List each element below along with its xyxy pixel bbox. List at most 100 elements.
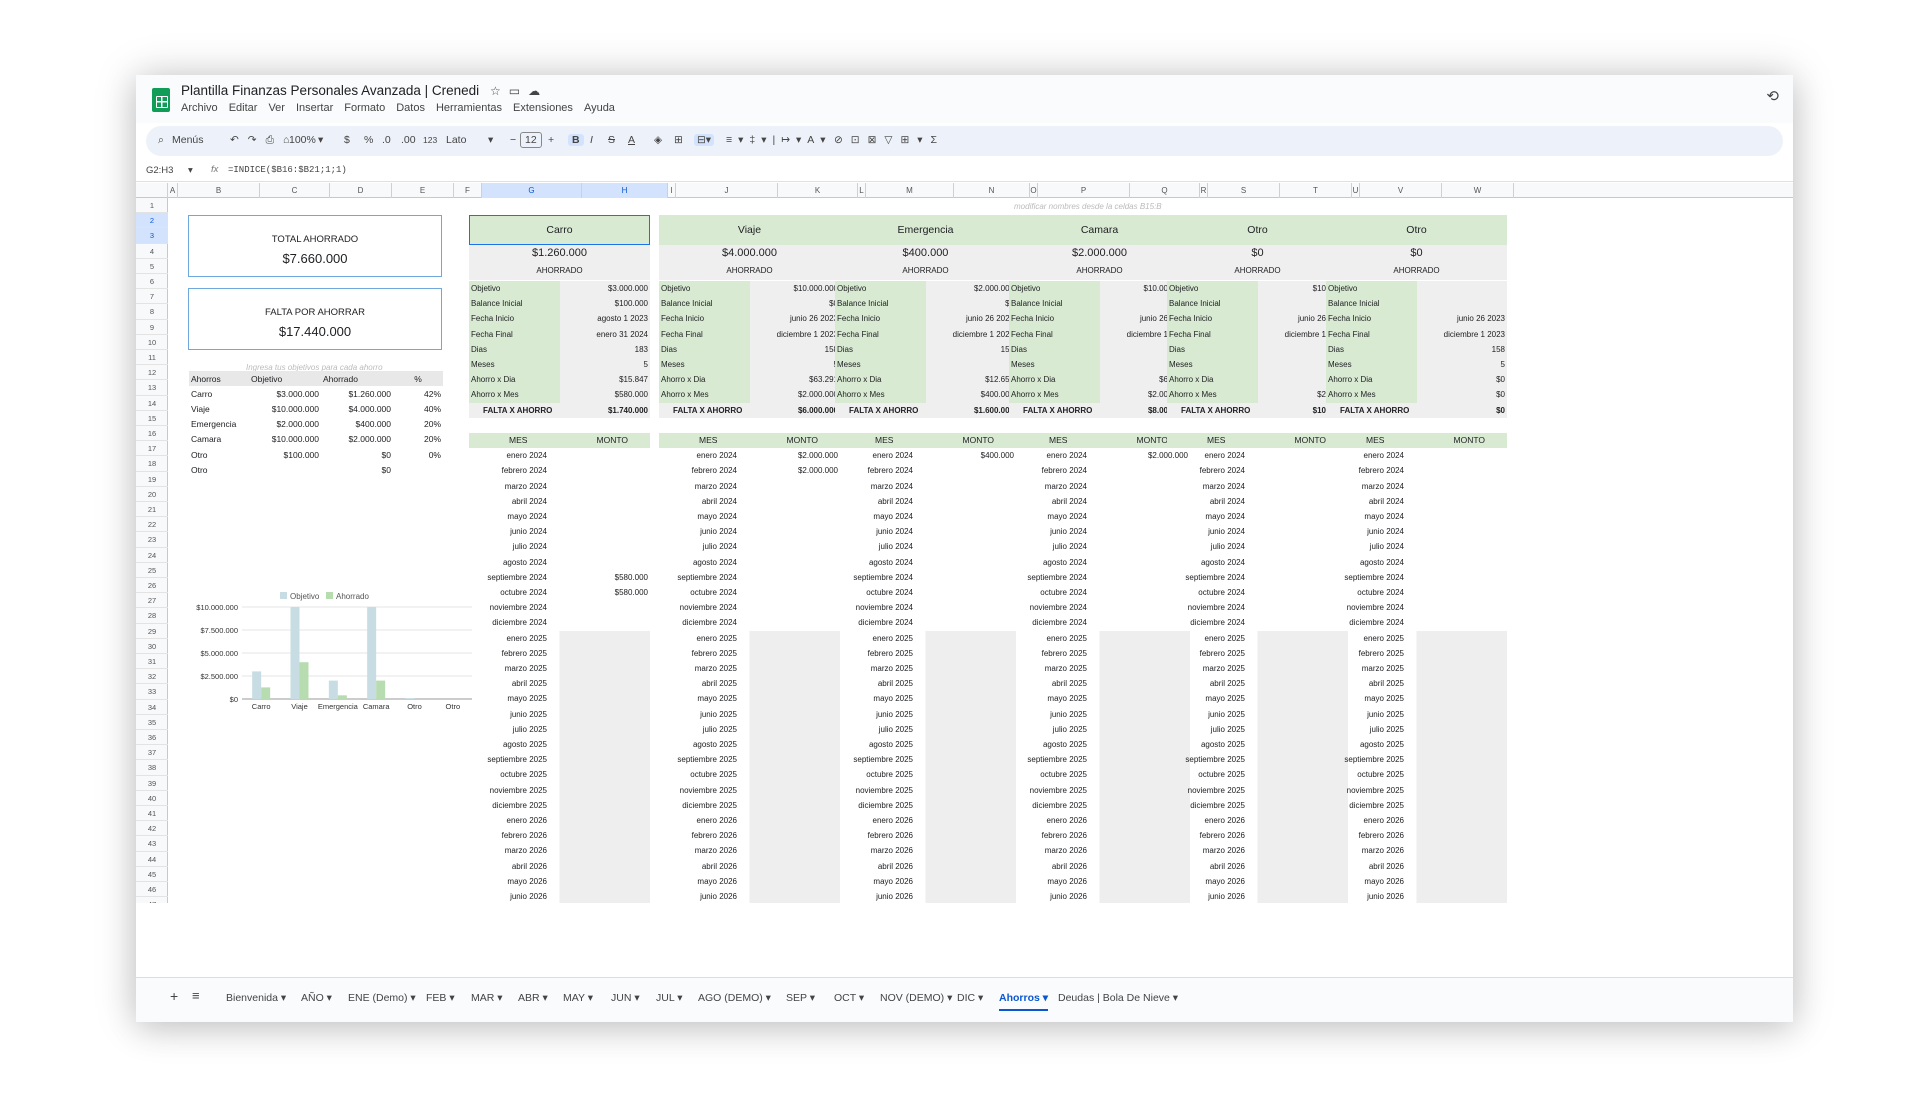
column-header[interactable]: R: [1200, 183, 1208, 198]
row-header[interactable]: 43: [136, 836, 168, 852]
savings-name[interactable]: Viaje: [659, 215, 840, 245]
strikethrough-icon[interactable]: S: [608, 134, 615, 146]
row-header[interactable]: 18: [136, 456, 168, 472]
row-header[interactable]: 9: [136, 320, 168, 335]
detail-value[interactable]: $3.000.000: [608, 281, 648, 296]
sheet-tab[interactable]: Ahorros ▾: [999, 992, 1049, 1011]
row-header[interactable]: 13: [136, 380, 168, 396]
align-icons[interactable]: ≡▾‡▾|↦▾A▾: [726, 134, 832, 146]
cloud-icon[interactable]: ☁: [528, 84, 548, 98]
folder-icon[interactable]: ▭: [509, 84, 528, 98]
merge-cells-icon[interactable]: ⊟▾: [694, 134, 715, 146]
italic-icon[interactable]: I: [590, 134, 593, 146]
sheet-tab[interactable]: AÑO ▾: [301, 992, 332, 1004]
row-header[interactable]: 27: [136, 593, 168, 609]
menu-item[interactable]: Formato: [344, 102, 385, 114]
sheet-tab[interactable]: JUN ▾: [611, 992, 640, 1004]
text-color-icon[interactable]: A: [628, 134, 635, 146]
detail-value[interactable]: $580.000: [615, 387, 648, 402]
detail-value[interactable]: diciembre 1 2023: [953, 327, 1014, 342]
column-header[interactable]: Q: [1130, 183, 1200, 198]
column-header[interactable]: W: [1442, 183, 1514, 198]
row-header[interactable]: 11: [136, 350, 168, 366]
row-header[interactable]: 46: [136, 882, 168, 898]
menu-item[interactable]: Datos: [396, 102, 425, 114]
detail-value[interactable]: junio 26 2023: [790, 311, 838, 326]
row-header[interactable]: 36: [136, 730, 168, 746]
row-header[interactable]: 29: [136, 624, 168, 639]
decrease-decimal-button[interactable]: .0: [382, 134, 391, 146]
detail-value[interactable]: $15.847: [619, 372, 648, 387]
row-header[interactable]: 31: [136, 654, 168, 670]
detail-value[interactable]: 158: [1492, 342, 1505, 357]
sheet-tab[interactable]: JUL ▾: [656, 992, 682, 1004]
detail-value[interactable]: junio 26 2023: [1457, 311, 1505, 326]
zoom-select[interactable]: 100%: [289, 134, 316, 146]
sheet-tab[interactable]: FEB ▾: [426, 992, 455, 1004]
sheet-tab[interactable]: MAY ▾: [563, 992, 593, 1004]
savings-name[interactable]: Camara: [1009, 215, 1190, 245]
row-header[interactable]: 26: [136, 578, 168, 594]
row-header[interactable]: 5: [136, 259, 168, 274]
borders-icon[interactable]: ⊞: [674, 134, 683, 146]
detail-value[interactable]: $100.000: [615, 296, 648, 311]
chevron-down-icon[interactable]: ▾: [318, 134, 323, 146]
font-select[interactable]: Lato: [446, 134, 466, 146]
percent-button[interactable]: %: [364, 134, 373, 146]
row-header[interactable]: 40: [136, 791, 168, 806]
row-header[interactable]: 41: [136, 806, 168, 822]
detail-value[interactable]: $0: [1496, 387, 1505, 402]
sheet-tab[interactable]: SEP ▾: [786, 992, 815, 1004]
row-header[interactable]: 20: [136, 487, 168, 502]
column-header[interactable]: N: [954, 183, 1030, 198]
currency-button[interactable]: $: [344, 134, 350, 146]
column-header[interactable]: C: [260, 183, 330, 198]
detail-value[interactable]: $2.000.000: [974, 281, 1014, 296]
chevron-down-icon[interactable]: ▾: [188, 165, 193, 176]
menu-item[interactable]: Extensiones: [513, 102, 573, 114]
sheet-tab[interactable]: OCT ▾: [834, 992, 864, 1004]
sheet-tab[interactable]: AGO (DEMO) ▾: [698, 992, 771, 1004]
sheet-tab[interactable]: MAR ▾: [471, 992, 503, 1004]
sheet-tab[interactable]: DIC ▾: [957, 992, 983, 1004]
menu-item[interactable]: Insertar: [296, 102, 333, 114]
name-box[interactable]: G2:H3: [146, 165, 173, 176]
column-header[interactable]: O: [1030, 183, 1038, 198]
row-header[interactable]: 32: [136, 669, 168, 685]
column-header[interactable]: B: [178, 183, 260, 198]
column-header[interactable]: U: [1352, 183, 1360, 198]
column-header[interactable]: G: [482, 183, 582, 198]
row-header[interactable]: 19: [136, 472, 168, 487]
column-header[interactable]: K: [778, 183, 858, 198]
row-header[interactable]: 33: [136, 684, 168, 700]
sheet-tab[interactable]: ENE (Demo) ▾: [348, 992, 416, 1004]
column-header[interactable]: T: [1280, 183, 1352, 198]
decrease-font-icon[interactable]: −: [510, 134, 516, 146]
detail-value[interactable]: diciembre 1 2023: [777, 327, 838, 342]
row-header[interactable]: 45: [136, 867, 168, 882]
detail-value[interactable]: $2.000.000: [798, 387, 838, 402]
row-header[interactable]: 23: [136, 532, 168, 548]
row-header[interactable]: 34: [136, 700, 168, 715]
increase-font-icon[interactable]: +: [548, 134, 554, 146]
fill-color-icon[interactable]: ◈: [654, 134, 662, 146]
bold-icon[interactable]: B: [568, 134, 584, 146]
menu-item[interactable]: Ayuda: [584, 102, 615, 114]
row-header[interactable]: 8: [136, 304, 168, 320]
row-header[interactable]: 15: [136, 411, 168, 426]
all-sheets-icon[interactable]: ≡: [192, 988, 200, 1003]
sheets-logo-icon[interactable]: [152, 88, 170, 112]
menu-item[interactable]: Herramientas: [436, 102, 502, 114]
detail-value[interactable]: $63.291: [809, 372, 838, 387]
detail-value[interactable]: enero 31 2024: [596, 327, 648, 342]
row-header[interactable]: 1: [136, 198, 168, 214]
row-header[interactable]: 25: [136, 563, 168, 578]
row-header[interactable]: 37: [136, 745, 168, 761]
row-header[interactable]: 2: [136, 213, 168, 229]
detail-value[interactable]: agosto 1 2023: [597, 311, 648, 326]
select-all-corner[interactable]: [136, 183, 168, 198]
add-sheet-icon[interactable]: +: [170, 988, 178, 1004]
savings-name[interactable]: Carro: [469, 215, 650, 245]
row-header[interactable]: 6: [136, 274, 168, 290]
detail-value[interactable]: junio 26 2023: [966, 311, 1014, 326]
